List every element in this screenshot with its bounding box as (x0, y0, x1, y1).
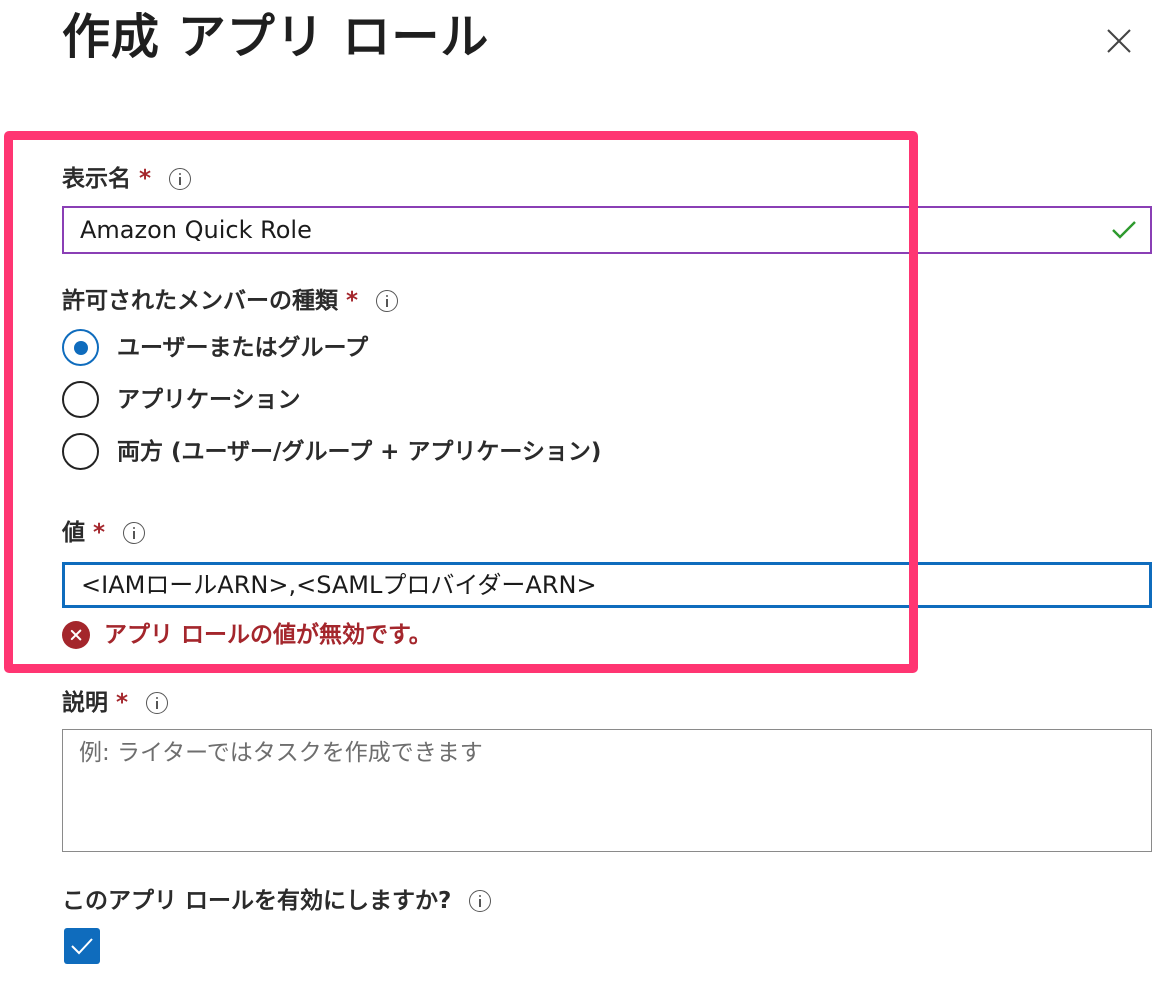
info-icon[interactable] (146, 692, 169, 714)
error-text: アプリ ロールの値が無効です。 (104, 622, 432, 648)
radio-button-selected[interactable] (62, 329, 99, 366)
info-icon[interactable] (469, 890, 492, 912)
description-label-group: 説明 * (62, 688, 169, 718)
enable-label: このアプリ ロールを有効にしますか? (62, 888, 452, 914)
required-mark: * (139, 166, 152, 192)
member-types-label-group: 許可されたメンバーの種類 * (62, 286, 399, 316)
value-input-text: <IAMロールARN>,<SAMLプロバイダーARN> (81, 571, 597, 599)
radio-label: アプリケーション (117, 386, 301, 413)
display-name-value: Amazon Quick Role (80, 216, 312, 244)
error-circle-icon (62, 621, 90, 649)
display-name-label: 表示名 (62, 166, 131, 192)
radio-button[interactable] (62, 433, 99, 470)
required-mark: * (346, 288, 359, 314)
info-icon[interactable] (376, 290, 399, 312)
member-types-label: 許可されたメンバーの種類 (62, 288, 338, 314)
info-icon[interactable] (169, 168, 192, 190)
value-label-group: 値 * (62, 518, 146, 548)
radio-option-both[interactable]: 両方 (ユーザー/グループ + アプリケーション) (62, 433, 601, 470)
display-name-input[interactable]: Amazon Quick Role (62, 206, 1152, 254)
required-mark: * (116, 690, 129, 716)
close-button[interactable] (1100, 22, 1138, 60)
description-label: 説明 (62, 690, 108, 716)
value-error-message: アプリ ロールの値が無効です。 (62, 620, 432, 650)
radio-label: 両方 (ユーザー/グループ + アプリケーション) (117, 438, 602, 465)
radio-option-users-groups[interactable]: ユーザーまたはグループ (62, 329, 368, 366)
description-textarea[interactable]: 例: ライターではタスクを作成できます (62, 729, 1152, 852)
value-label: 値 (62, 520, 85, 546)
radio-label: ユーザーまたはグループ (117, 334, 369, 361)
radio-button[interactable] (62, 381, 99, 418)
value-input[interactable]: <IAMロールARN>,<SAMLプロバイダーARN> (62, 562, 1152, 608)
close-icon[interactable] (1100, 22, 1138, 60)
description-placeholder: 例: ライターではタスクを作成できます (79, 740, 483, 766)
display-name-label-group: 表示名 * (62, 164, 192, 194)
radio-option-applications[interactable]: アプリケーション (62, 381, 301, 418)
required-mark: * (93, 520, 106, 546)
checkbox-checked-icon (71, 938, 93, 955)
enable-label-group: このアプリ ロールを有効にしますか? (62, 886, 492, 916)
checkmark-icon (1112, 221, 1136, 239)
info-icon[interactable] (123, 522, 146, 544)
enable-checkbox[interactable] (64, 928, 100, 964)
dialog-title: 作成 アプリ ロール (62, 9, 490, 65)
